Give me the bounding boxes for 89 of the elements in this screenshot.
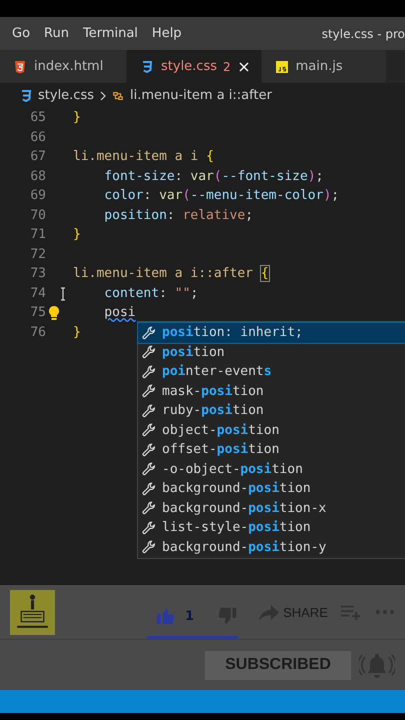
line-number: 67 xyxy=(29,149,46,164)
bell-icon[interactable] xyxy=(359,651,395,679)
wrench-icon xyxy=(142,326,156,340)
menu-item[interactable]: Help xyxy=(152,26,182,41)
css-value: "" xyxy=(174,286,190,301)
code-text: ) xyxy=(308,168,316,184)
css-property: position xyxy=(104,208,167,223)
line-number: 68 xyxy=(29,168,46,184)
line-number: 72 xyxy=(29,246,46,262)
suggestion-item[interactable]: object-position xyxy=(138,420,405,440)
suggestion-item[interactable]: ruby-position xyxy=(138,401,405,420)
line-number: 66 xyxy=(29,130,46,145)
code-text: ; xyxy=(331,188,340,204)
css-selector: li.menu-item a i::after xyxy=(73,266,254,282)
css-file-icon xyxy=(20,88,32,102)
suggestion-item[interactable]: background-position-y xyxy=(138,538,405,557)
suggestion-item[interactable]: list-style-position xyxy=(138,518,405,538)
code-text: : xyxy=(143,188,152,204)
menu-item[interactable]: Terminal xyxy=(82,26,138,41)
editor-tab[interactable]: main.js xyxy=(262,50,387,83)
code-text: : xyxy=(159,286,168,301)
suggestion-item[interactable]: background-position xyxy=(138,479,405,498)
line-number: 73 xyxy=(29,266,46,282)
code-text: ; xyxy=(245,208,254,223)
menu-item[interactable]: Go xyxy=(12,26,30,41)
suggestion-item[interactable]: background-position-x xyxy=(138,498,405,518)
wrench-icon xyxy=(142,462,156,476)
css-property: --menu-item-color xyxy=(190,188,324,204)
brace: } xyxy=(73,110,81,126)
line-number: 74 xyxy=(29,286,46,301)
suggestion-item[interactable]: mask-position xyxy=(138,382,405,401)
window-title: style.css - pro xyxy=(322,26,405,40)
js-file-icon xyxy=(276,60,288,74)
suggestion-item[interactable]: pointer-events xyxy=(138,362,405,382)
editor-tab[interactable]: style.css 2 xyxy=(127,50,262,83)
css-value: relative xyxy=(182,208,246,223)
wrench-icon xyxy=(142,520,156,535)
share-arrow-icon xyxy=(258,602,280,622)
chevron-icon xyxy=(100,90,106,100)
wrench-icon xyxy=(142,540,156,554)
like-count: 1 xyxy=(185,608,194,624)
brace: } xyxy=(73,324,81,340)
css-property: color xyxy=(104,188,144,204)
wrench-icon xyxy=(142,384,156,398)
line-number: 65 xyxy=(29,110,46,126)
brace: { xyxy=(206,149,214,164)
line-number: 71 xyxy=(29,227,46,242)
css-function: var xyxy=(190,168,214,184)
problem-count: 2 xyxy=(223,60,231,74)
code-text: posi xyxy=(104,305,136,320)
code-text: : xyxy=(174,168,184,184)
wrench-icon xyxy=(142,364,156,379)
code-text: ( xyxy=(214,168,222,184)
wrench-icon xyxy=(142,345,156,360)
line-number: 69 xyxy=(29,188,46,204)
code-text: ; xyxy=(190,286,198,301)
brace: } xyxy=(73,227,81,242)
breadcrumb-item[interactable]: style.css xyxy=(38,88,94,103)
css-selector: li.menu-item a i xyxy=(73,149,200,164)
lightbulb-icon[interactable] xyxy=(48,305,60,321)
wrench-icon xyxy=(142,404,156,418)
wrench-icon xyxy=(142,501,156,516)
wrench-icon xyxy=(142,423,156,438)
editor-tab[interactable]: index.html xyxy=(0,50,127,83)
code-text: ) xyxy=(323,188,332,204)
wrench-icon xyxy=(142,482,156,496)
css-file-icon xyxy=(141,60,153,74)
line-number: 76 xyxy=(29,324,46,340)
brace: { xyxy=(260,266,269,282)
menu-item[interactable]: Run xyxy=(44,26,69,41)
code-text: ( xyxy=(182,188,190,204)
wrench-icon xyxy=(142,442,156,457)
breadcrumb-item[interactable]: li.menu-item a i::after xyxy=(130,88,272,103)
css-function: var xyxy=(159,188,183,204)
css-property: --font-size xyxy=(222,168,308,184)
suggestion-item[interactable]: -o-object-position xyxy=(138,460,405,479)
css-property: font-size xyxy=(104,168,175,184)
code-text: : xyxy=(166,208,176,223)
channel-logo-icon[interactable] xyxy=(10,590,55,634)
code-text: ; xyxy=(316,168,324,184)
suggestion-item[interactable]: position xyxy=(138,342,405,362)
close-icon[interactable] xyxy=(238,62,249,72)
line-number: 70 xyxy=(29,208,46,223)
suggestion-item[interactable]: offset-position xyxy=(138,440,405,460)
text-cursor-icon xyxy=(60,286,66,300)
line-number: 75 xyxy=(29,305,46,320)
html-file-icon xyxy=(14,60,26,74)
suggestion-item[interactable]: position: inherit; xyxy=(138,323,405,342)
css-property: content xyxy=(104,286,160,301)
